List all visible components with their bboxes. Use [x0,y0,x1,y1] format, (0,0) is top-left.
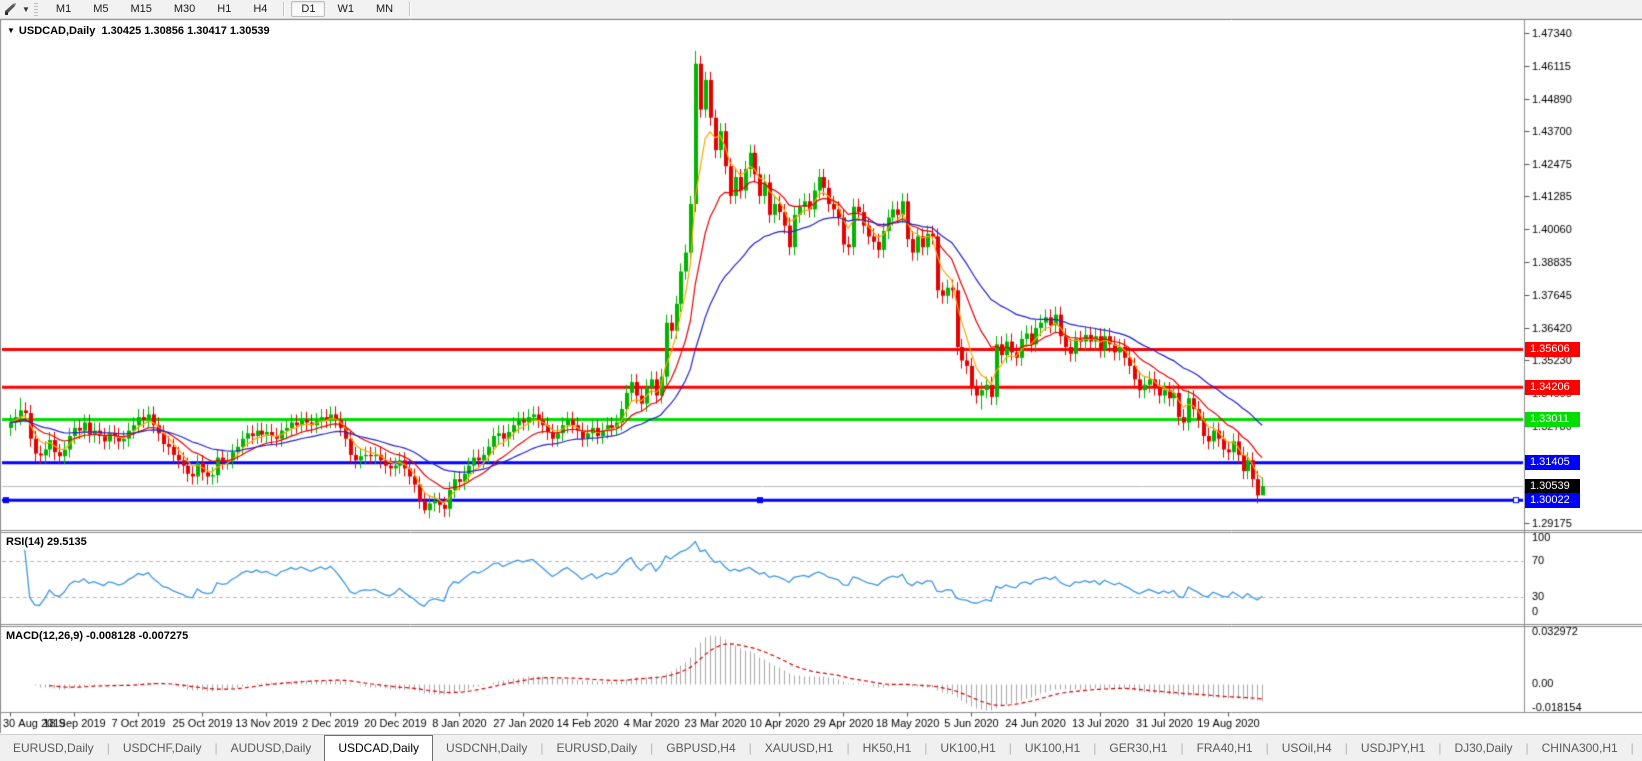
chart-tab-usoil-13[interactable]: USOil,H4 [1269,735,1345,761]
toolbar-grip[interactable] [33,2,38,16]
price-chart-canvas[interactable] [0,19,1642,734]
chart-tab-xauusd-7[interactable]: XAUUSD,H1 [752,735,847,761]
chart-tab-uk100-10[interactable]: UK100,H1 [1012,735,1093,761]
chart-title-symbol: USDCAD,Daily [18,25,96,37]
timeframe-button-h4[interactable]: H4 [243,1,277,17]
chart-tab-ger30-11[interactable]: GER30,H1 [1096,735,1180,761]
chart-tab-audusd-2[interactable]: AUDUSD,Daily [218,735,325,761]
level-price-badge-1.35606: 1.35606 [1525,342,1580,358]
timeframe-button-m5[interactable]: M5 [83,1,118,17]
toolbar-separator [409,2,412,16]
level-price-badge-1.33011: 1.33011 [1525,412,1580,428]
chevron-down-icon[interactable]: ▼ [22,5,30,14]
chart-tab-usdchf-1[interactable]: USDCHF,Daily [110,735,215,761]
chart-tab-usdcad-3[interactable]: USDCAD,Daily [324,735,433,761]
chart-cursor-icon[interactable] [0,2,20,16]
chart-tab-china300-16[interactable]: CHINA300,H1 [1529,735,1631,761]
chart-region: ▼ USDCAD,Daily 1.30425 1.30856 1.30417 1.… [0,19,1642,734]
chart-title-ohlc: 1.30425 1.30856 1.30417 1.30539 [101,25,270,37]
timeframe-button-mn[interactable]: MN [366,1,403,17]
chart-tab-usdjpy-14[interactable]: USDJPY,H1 [1348,735,1438,761]
chart-tab-usoil-17[interactable]: USOil,H1 [1634,735,1642,761]
chart-tab-usdcnh-4[interactable]: USDCNH,Daily [433,735,540,761]
bid-price-badge: 1.30539 [1525,478,1580,494]
rsi-label: RSI(14) 29.5135 [6,536,87,548]
chart-tab-eurusd-0[interactable]: EURUSD,Daily [0,735,107,761]
timeframe-button-h1[interactable]: H1 [207,1,241,17]
timeframe-button-d1[interactable]: D1 [291,1,326,17]
chart-tab-hk50-8[interactable]: HK50,H1 [850,735,925,761]
timeframe-button-m15[interactable]: M15 [120,1,161,17]
level-price-badge-1.31405: 1.31405 [1525,455,1580,471]
level-price-badge-1.30022: 1.30022 [1525,492,1580,508]
chart-tab-dj30-15[interactable]: DJ30,Daily [1441,735,1525,761]
collapse-arrow-icon[interactable]: ▼ [7,26,15,35]
chart-tab-gbpusd-6[interactable]: GBPUSD,H4 [653,735,748,761]
timeframe-button-w1[interactable]: W1 [327,1,364,17]
level-price-badge-1.34206: 1.34206 [1525,379,1580,395]
timeframe-button-m1[interactable]: M1 [46,1,81,17]
timeframe-button-m30[interactable]: M30 [164,1,205,17]
chart-title: ▼ USDCAD,Daily 1.30425 1.30856 1.30417 1.… [7,25,270,37]
toolbar: ▼ M1 M5 M15 M30 H1 H4 D1 W1 MN [0,0,1642,19]
chart-tab-eurusd-5[interactable]: EURUSD,Daily [543,735,650,761]
chart-tab-fra40-12[interactable]: FRA40,H1 [1184,735,1266,761]
chart-tab-bar: EURUSD,Daily | USDCHF,Daily | AUDUSD,Daily US… [0,734,1642,761]
chart-tab-uk100-9[interactable]: UK100,H1 [927,735,1008,761]
toolbar-separator [283,2,286,16]
macd-label: MACD(12,26,9) -0.008128 -0.007275 [6,630,189,642]
